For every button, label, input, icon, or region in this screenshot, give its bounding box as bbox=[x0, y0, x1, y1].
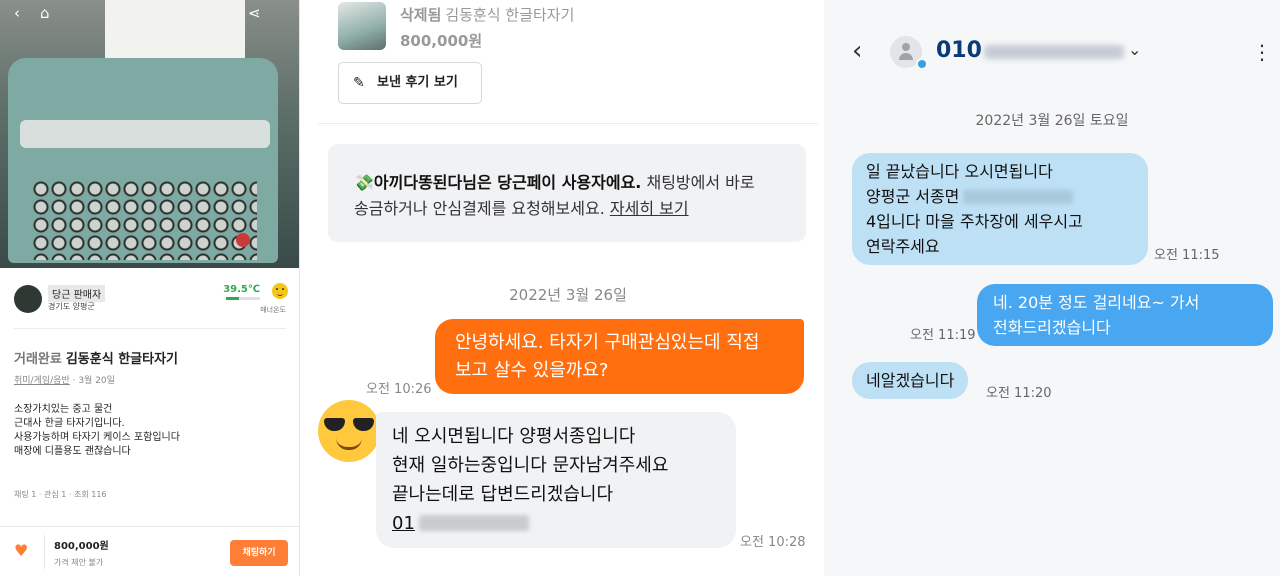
sent-review-button[interactable]: ✎ 보낸 후기 보기 bbox=[338, 62, 482, 104]
redaction-blur bbox=[984, 45, 1124, 59]
description-line: 사용가능하며 타자기 케이스 포함입니다 bbox=[14, 432, 180, 443]
item-price: 800,000원 bbox=[400, 32, 483, 50]
listing-date: · 3월 20일 bbox=[69, 376, 115, 386]
contact-name[interactable]: 010 bbox=[936, 38, 982, 63]
heart-icon[interactable]: ♥ bbox=[14, 541, 28, 560]
money-icon: 💸 bbox=[354, 173, 374, 192]
sms-date: 2022년 3월 26일 토요일 bbox=[975, 113, 1129, 129]
chevron-down-icon[interactable]: ⌄ bbox=[1128, 40, 1141, 59]
typewriter-paper bbox=[105, 0, 245, 60]
listing-category: 취미/게임/음반 · 3월 20일 bbox=[14, 373, 115, 386]
chat-button[interactable]: 채팅하기 bbox=[230, 540, 288, 566]
chevron-left-icon[interactable]: ‹ bbox=[852, 36, 862, 66]
message-line: 네. 20분 정도 걸리네요~ 가서 bbox=[993, 293, 1200, 312]
incoming-sms: 일 끝났습니다 오시면됩니다 양평군 서종면 4입니다 마을 주차장에 세우시고… bbox=[852, 153, 1148, 265]
message-time: 오전 11:15 bbox=[1154, 248, 1220, 263]
message-line: 네알겠습니다 bbox=[866, 371, 955, 390]
incoming-sms: 네알겠습니다 bbox=[852, 362, 969, 399]
redaction-blur bbox=[418, 515, 529, 531]
message-line: 양평군 서종면 bbox=[866, 184, 1134, 209]
message-text: 양평군 서종면 bbox=[866, 187, 960, 206]
incoming-message: 네 오시면됩니다 양평서종입니다 현재 일하는중입니다 문자남겨주세요 끝나는데… bbox=[376, 412, 736, 548]
phone-number[interactable]: 01 bbox=[392, 513, 415, 534]
share-icon[interactable]: ⋖ bbox=[248, 4, 261, 22]
status-badge: 거래완료 bbox=[14, 352, 62, 367]
message-time: 오전 11:20 bbox=[986, 386, 1052, 401]
notice-text: 송금하거나 안심결제를 요청해보세요. bbox=[354, 199, 610, 218]
status-dot bbox=[916, 58, 928, 70]
seller-profile[interactable]: 당근 판매자 경기도 양평군 39.5℃ 매너온도 bbox=[14, 282, 290, 322]
notice-link[interactable]: 자세히 보기 bbox=[610, 199, 689, 218]
message-line: 보고 살수 있을까요? bbox=[455, 360, 609, 381]
chat-panel: 삭제됨 김동훈식 한글타자기 800,000원 ✎ 보낸 후기 보기 💸아끼다똥된다… bbox=[318, 0, 818, 576]
outgoing-sms: 네. 20분 정도 걸리네요~ 가서 전화드리겠습니다 bbox=[977, 284, 1273, 346]
manner-temperature: 39.5℃ bbox=[223, 284, 260, 295]
message-line: 일 끝났습니다 오시면됩니다 bbox=[866, 162, 1053, 181]
listing-title-text: 김동훈식 한글타자기 bbox=[65, 352, 179, 367]
pay-notice: 💸아끼다똥된다님은 당근페이 사용자에요. 채팅방에서 바로 송금하거나 안심결… bbox=[328, 144, 806, 242]
bottom-bar: ♥ 800,000원 가격 제안 불가 채팅하기 bbox=[0, 526, 299, 576]
price: 800,000원 bbox=[54, 541, 109, 552]
description-line: 소장가치있는 중고 물건 bbox=[14, 404, 113, 415]
negotiation-note: 가격 제안 불가 bbox=[54, 558, 104, 567]
home-icon[interactable]: ⌂ bbox=[40, 4, 50, 22]
item-name: 김동훈식 한글타자기 bbox=[445, 6, 575, 24]
message-time: 오전 10:26 bbox=[366, 382, 432, 397]
listing-description: 소장가치있는 중고 물건 근대사 한글 타자기입니다. 사용가능하며 타자기 케… bbox=[14, 403, 286, 459]
listing-title: 거래완료 김동훈식 한글타자기 bbox=[14, 348, 178, 367]
avatar bbox=[14, 285, 42, 313]
divider bbox=[44, 535, 45, 569]
outgoing-message: 안녕하세요. 타자기 구매관심있는데 직접 보고 살수 있을까요? bbox=[435, 319, 804, 394]
description-line: 매장에 디플용도 괜찮습니다 bbox=[14, 446, 131, 457]
pencil-icon: ✎ bbox=[353, 75, 365, 91]
listing-panel: ‹ ⌂ ⋖ 당근 판매자 경기도 양평군 39.5℃ 매너온도 거래완료 김동훈식… bbox=[0, 0, 300, 576]
chat-date: 2022년 3월 26일 bbox=[509, 286, 627, 304]
typewriter-plate bbox=[20, 120, 270, 148]
seller-name: 당근 판매자 bbox=[48, 285, 106, 302]
message-time: 오전 10:28 bbox=[740, 535, 806, 550]
sent-review-label: 보낸 후기 보기 bbox=[377, 75, 458, 90]
divider bbox=[14, 328, 286, 329]
message-line: 4입니다 마을 주차장에 세우시고 bbox=[866, 212, 1083, 231]
message-line: 현재 일하는중입니다 문자남겨주세요 bbox=[392, 455, 669, 476]
message-line: 전화드리겠습니다 bbox=[993, 318, 1111, 337]
message-line: 안녕하세요. 타자기 구매관심있는데 직접 bbox=[455, 332, 760, 353]
typewriter-keys bbox=[32, 180, 257, 260]
description-line: 근대사 한글 타자기입니다. bbox=[14, 418, 125, 429]
message-line: 끝나는데로 답변드리겠습니다 bbox=[392, 484, 614, 505]
listing-stats: 채팅 1 · 관심 1 · 조회 116 bbox=[14, 490, 107, 499]
typewriter-red-key bbox=[236, 233, 250, 247]
category-link[interactable]: 취미/게임/음반 bbox=[14, 376, 70, 386]
sms-panel: ‹ 010 ⌄ ⋮ 2022년 3월 26일 토요일 일 끝났습니다 오시면됩니… bbox=[824, 0, 1280, 576]
message-line: 01 bbox=[392, 509, 720, 538]
back-icon[interactable]: ‹ bbox=[14, 4, 20, 22]
notice-text: 채팅방에서 바로 bbox=[641, 173, 755, 192]
deleted-label: 삭제됨 bbox=[400, 6, 442, 24]
item-thumbnail[interactable] bbox=[338, 2, 386, 50]
message-line: 연락주세요 bbox=[866, 237, 940, 256]
manner-label: 매너온도 bbox=[260, 306, 286, 314]
item-header: 삭제됨 김동훈식 한글타자기 bbox=[400, 4, 574, 25]
more-vert-icon[interactable]: ⋮ bbox=[1252, 40, 1272, 64]
smile-icon bbox=[272, 283, 288, 299]
temperature-bar bbox=[226, 297, 260, 300]
message-line: 네 오시면됩니다 양평서종입니다 bbox=[392, 426, 636, 447]
sunglasses-emoji-icon[interactable] bbox=[318, 400, 380, 462]
redaction-blur bbox=[963, 190, 1074, 204]
seller-location: 경기도 양평군 bbox=[48, 302, 95, 311]
divider bbox=[318, 123, 818, 124]
notice-bold: 아끼다똥된다님은 당근페이 사용자에요. bbox=[373, 173, 642, 192]
message-time: 오전 11:19 bbox=[910, 328, 976, 343]
product-photo: ‹ ⌂ ⋖ bbox=[0, 0, 299, 268]
